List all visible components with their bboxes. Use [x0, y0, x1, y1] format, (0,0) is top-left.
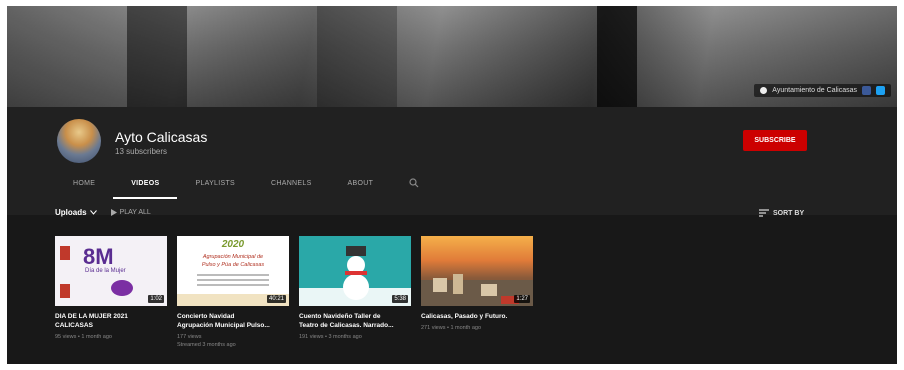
- video-title-line: DIA DE LA MUJER 2021: [55, 313, 128, 320]
- play-all-button[interactable]: PLAY ALL: [110, 209, 151, 216]
- video-title[interactable]: Calicasas, Pasado y Futuro.: [421, 312, 533, 321]
- flower-icon: [111, 280, 133, 296]
- video-title-line: Calicasas, Pasado y Futuro.: [421, 313, 508, 320]
- thumb-title-1: Agrupación Municipal de: [202, 254, 264, 260]
- video-title-line: Agrupación Municipal Pulso...: [177, 322, 270, 329]
- thumb-8m-text: 8M: [83, 244, 114, 269]
- video-duration: 40:21: [266, 295, 286, 303]
- snowman-body: [343, 274, 369, 300]
- channel-tabs: HOME VIDEOS PLAYLISTS CHANNELS ABOUT: [55, 169, 437, 199]
- video-thumbnail[interactable]: 8M Día de la Mujer 1:02: [55, 236, 167, 306]
- play-all-label: PLAY ALL: [119, 209, 151, 216]
- thumb-text-line: [197, 279, 269, 281]
- video-title[interactable]: Concierto Navidad Agrupación Municipal P…: [177, 312, 289, 330]
- video-card[interactable]: 8M Día de la Mujer 1:02 DIA DE LA MUJER …: [55, 236, 167, 349]
- video-meta: 177 views Streamed 3 months ago: [177, 333, 289, 349]
- tab-channels[interactable]: CHANNELS: [253, 169, 330, 197]
- video-thumbnail[interactable]: 1:27: [421, 236, 533, 306]
- tab-videos[interactable]: VIDEOS: [113, 169, 178, 199]
- village-building: [453, 274, 463, 294]
- banner-link-label: Ayuntamiento de Calicasas: [772, 87, 857, 94]
- subscriber-count: 13 subscribers: [115, 147, 168, 156]
- village-building: [481, 284, 497, 296]
- thumb-text-line: [197, 284, 269, 286]
- tab-about[interactable]: ABOUT: [330, 169, 392, 197]
- logo-icon: [60, 284, 70, 298]
- video-meta-line: 271 views • 1 month ago: [421, 325, 482, 331]
- video-duration: 5:38: [392, 295, 408, 303]
- channel-search-icon[interactable]: [391, 169, 437, 197]
- channel-avatar: [57, 119, 101, 163]
- thumb-caption: Día de la Mujer: [85, 268, 126, 274]
- thumb-text-line: [197, 274, 269, 276]
- sort-by-label: SORT BY: [773, 209, 805, 217]
- chevron-down-icon: [89, 210, 97, 215]
- video-thumbnail[interactable]: 5:38: [299, 236, 411, 306]
- video-duration: 1:02: [148, 295, 164, 303]
- video-thumbnail[interactable]: 2020 Agrupación Municipal de Pulso y Púa…: [177, 236, 289, 306]
- snowman-scarf: [345, 271, 367, 275]
- video-card[interactable]: 5:38 Cuento Navideño Taller de Teatro de…: [299, 236, 411, 349]
- video-title-line: CALICASAS: [55, 322, 93, 329]
- play-icon: [110, 209, 117, 216]
- video-duration: 1:27: [514, 295, 530, 303]
- snowman-hat: [346, 246, 366, 256]
- video-title-line: Teatro de Calicasas. Narrado...: [299, 322, 394, 329]
- video-meta: 271 views • 1 month ago: [421, 324, 533, 332]
- coat-of-arms-icon: [60, 246, 70, 260]
- tab-home[interactable]: HOME: [55, 169, 113, 197]
- village-building: [433, 278, 447, 292]
- video-card[interactable]: 2020 Agrupación Municipal de Pulso y Púa…: [177, 236, 289, 349]
- uploads-label: Uploads: [55, 208, 87, 217]
- video-title[interactable]: Cuento Navideño Taller de Teatro de Cali…: [299, 312, 411, 330]
- twitter-icon[interactable]: [876, 86, 885, 95]
- video-meta: 191 views • 3 months ago: [299, 333, 411, 341]
- video-meta-line: 177 views: [177, 334, 202, 340]
- video-grid: 8M Día de la Mujer 1:02 DIA DE LA MUJER …: [55, 236, 533, 349]
- channel-page: Ayuntamiento de Calicasas Ayto Calicasas…: [7, 6, 897, 364]
- video-meta: 95 views • 1 month ago: [55, 333, 167, 341]
- uploads-row: Uploads PLAY ALL: [55, 208, 151, 217]
- channel-banner: Ayuntamiento de Calicasas: [7, 6, 897, 107]
- tab-playlists[interactable]: PLAYLISTS: [177, 169, 253, 197]
- video-card[interactable]: 1:27 Calicasas, Pasado y Futuro. 271 vie…: [421, 236, 533, 349]
- banner-links[interactable]: Ayuntamiento de Calicasas: [754, 84, 891, 97]
- subscribe-button[interactable]: SUBSCRIBE: [743, 130, 807, 151]
- sort-by-button[interactable]: SORT BY: [759, 209, 804, 217]
- thumb-title-2: Pulso y Púa de Calicasas: [201, 262, 265, 268]
- video-title-line: Concierto Navidad: [177, 313, 235, 320]
- sort-icon: [759, 209, 769, 217]
- video-meta-line: 95 views • 1 month ago: [55, 334, 112, 340]
- video-title[interactable]: DIA DE LA MUJER 2021 CALICASAS: [55, 312, 167, 330]
- thumb-year: 2020: [221, 239, 245, 250]
- video-meta-line: Streamed 3 months ago: [177, 342, 236, 348]
- video-title-line: Cuento Navideño Taller de: [299, 313, 381, 320]
- channel-name: Ayto Calicasas: [115, 129, 208, 145]
- channel-header: Ayto Calicasas 13 subscribers SUBSCRIBE …: [7, 107, 897, 215]
- uploads-dropdown[interactable]: Uploads: [55, 208, 97, 217]
- video-meta-line: 191 views • 3 months ago: [299, 334, 362, 340]
- website-icon: [760, 87, 768, 94]
- facebook-icon[interactable]: [862, 86, 871, 95]
